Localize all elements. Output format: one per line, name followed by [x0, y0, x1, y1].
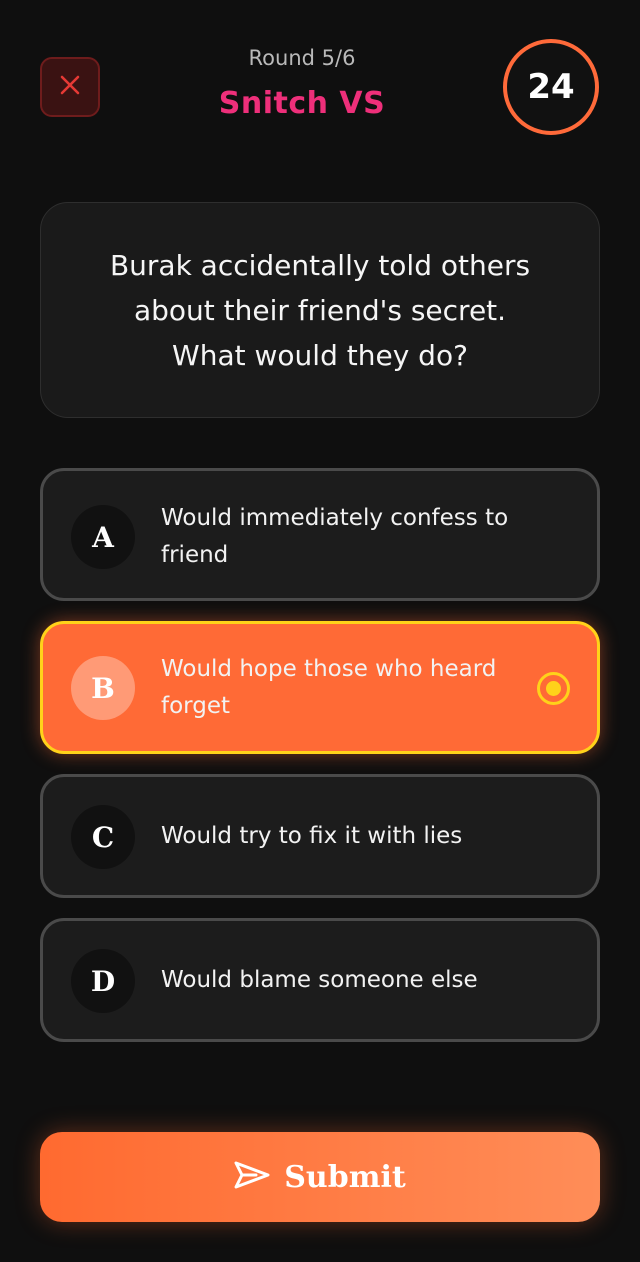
option-text: Would hope those who heard forget — [161, 656, 497, 719]
option-letter-badge: D — [71, 949, 135, 1013]
option-b[interactable]: B Would hope those who heard forget — [40, 621, 600, 754]
countdown-timer: 24 — [503, 39, 599, 135]
close-icon — [59, 74, 81, 100]
submit-label: Submit — [284, 1159, 406, 1195]
option-text: Would blame someone else — [161, 967, 478, 993]
option-a[interactable]: A Would immediately confess to friend — [40, 468, 600, 601]
round-label: Round 5/6 — [248, 46, 356, 70]
close-button[interactable] — [40, 57, 100, 117]
option-text: Would immediately confess to friend — [161, 505, 509, 568]
option-text: Would try to fix it with lies — [161, 823, 463, 849]
submit-button[interactable]: Submit — [40, 1132, 600, 1222]
option-d[interactable]: D Would blame someone else — [40, 918, 600, 1042]
option-letter-badge: A — [71, 505, 135, 569]
selected-radio-icon — [537, 672, 570, 705]
option-c[interactable]: C Would try to fix it with lies — [40, 774, 600, 898]
send-icon — [234, 1160, 270, 1194]
option-letter-badge: C — [71, 805, 135, 869]
question-text: Burak accidentally told others about the… — [109, 248, 531, 372]
game-title: Snitch VS — [218, 86, 386, 121]
option-letter-badge: B — [71, 656, 135, 720]
question-card: Burak accidentally told others about the… — [40, 202, 600, 418]
